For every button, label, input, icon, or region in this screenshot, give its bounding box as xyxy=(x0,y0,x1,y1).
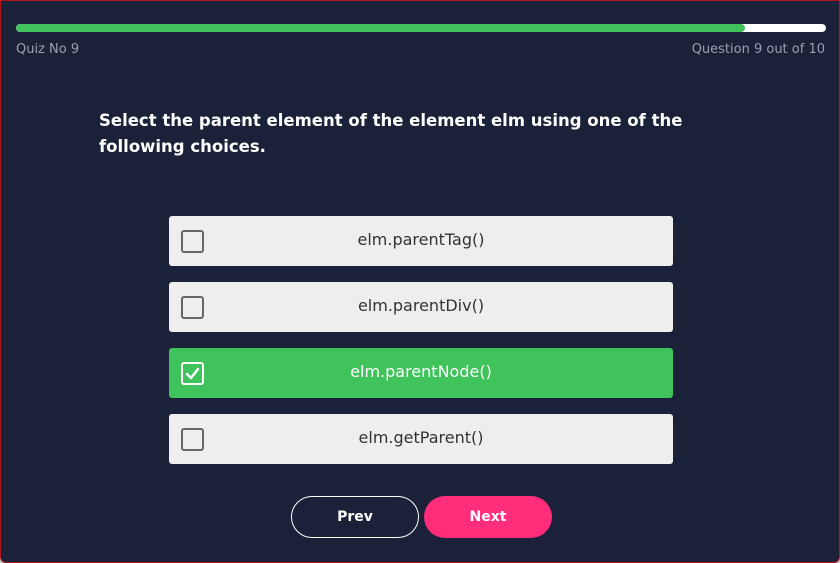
question-text: Select the parent element of the element… xyxy=(99,111,683,156)
progress-fill xyxy=(16,24,745,32)
option-item[interactable]: elm.getParent() xyxy=(169,414,673,464)
option-item[interactable]: elm.parentNode() xyxy=(169,348,673,398)
option-label: elm.parentTag() xyxy=(357,230,485,249)
option-label: elm.parentNode() xyxy=(350,362,492,381)
progress-bar xyxy=(16,24,826,32)
option-label: elm.parentDiv() xyxy=(357,296,485,315)
options-list: elm.parentTag() elm.parentDiv() elm.pare… xyxy=(169,216,673,480)
quiz-label: Quiz No 9 xyxy=(16,42,80,57)
next-button[interactable]: Next xyxy=(424,496,552,538)
question-count: Question 9 out of 10 xyxy=(691,42,825,57)
prev-button[interactable]: Prev xyxy=(291,496,419,538)
option-item[interactable]: elm.parentDiv() xyxy=(169,282,673,332)
option-item[interactable]: elm.parentTag() xyxy=(169,216,673,266)
quiz-window: Quiz No 9 Question 9 out of 10 Select th… xyxy=(0,0,840,563)
option-label: elm.getParent() xyxy=(358,428,484,447)
